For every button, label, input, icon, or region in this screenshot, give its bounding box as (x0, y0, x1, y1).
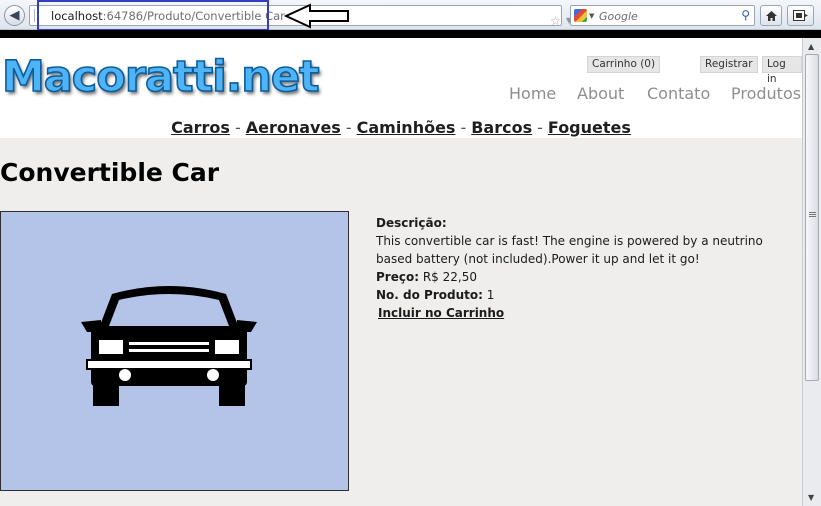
search-icon[interactable]: ⚲ (741, 8, 750, 22)
vertical-scrollbar[interactable]: ▲ ▼ (802, 38, 821, 506)
price-label: Preço: (376, 270, 420, 284)
site-header: Macoratti.net Carrinho (0) Registrar Log… (0, 38, 802, 138)
home-button[interactable] (760, 5, 782, 26)
browser-top-bar (0, 30, 821, 38)
site-logo[interactable]: Macoratti.net (1, 51, 320, 103)
category-aeronaves[interactable]: Aeronaves (246, 118, 341, 137)
page-title: Convertible Car (0, 158, 220, 187)
login-link[interactable]: Log in (762, 56, 802, 85)
category-nav: Carros - Aeronaves - Caminhões - Barcos - Foguet… (0, 118, 802, 137)
annotation-arrow-icon (284, 3, 349, 29)
description-label: Descrição: (376, 216, 447, 230)
menu-contato[interactable]: Contato (647, 84, 710, 103)
category-separator: - (537, 118, 543, 137)
add-to-cart-link[interactable]: Incluir no Carrinho (378, 304, 504, 322)
addon-button[interactable] (787, 5, 814, 26)
category-separator: - (234, 118, 241, 137)
page-viewport: Macoratti.net Carrinho (0) Registrar Log… (0, 38, 802, 506)
url-highlight-box (37, 0, 269, 31)
product-details: Descrição: This convertible car is fast!… (376, 214, 786, 322)
car-icon (81, 286, 257, 406)
engine-dropdown-icon[interactable]: ▼ (589, 12, 594, 20)
product-image (0, 211, 349, 491)
product-number-value: 1 (486, 288, 495, 302)
category-separator: - (460, 118, 467, 137)
browser-toolbar: ◀ ☆ ▼ ↻ localhost:64786/Produto/Converti… (0, 0, 821, 31)
category-caminhoes[interactable]: Caminhões (357, 118, 456, 137)
back-button[interactable]: ◀ (4, 5, 25, 26)
scrollbar-thumb[interactable] (805, 54, 819, 381)
cart-link[interactable]: Carrinho (0) (587, 56, 661, 73)
menu-produtos[interactable]: Produtos (731, 84, 801, 103)
category-carros[interactable]: Carros (171, 118, 230, 137)
category-foguetes[interactable]: Foguetes (548, 118, 631, 137)
arrow-left-icon: ◀ (9, 8, 20, 23)
description-text: This convertible car is fast! The engine… (376, 234, 763, 266)
google-engine-icon[interactable] (574, 9, 587, 22)
price-value: R$ 22,50 (422, 270, 477, 284)
scroll-down-arrow-icon[interactable]: ▼ (808, 493, 814, 502)
menu-about[interactable]: About (577, 84, 624, 103)
category-barcos[interactable]: Barcos (471, 118, 532, 137)
scroll-grip-icon (809, 212, 816, 213)
menu-home[interactable]: Home (509, 84, 556, 103)
search-box[interactable]: ▼ Google ⚲ (570, 5, 755, 26)
category-separator: - (345, 118, 352, 137)
bookmark-star-icon[interactable]: ☆ (550, 14, 561, 28)
home-icon (765, 10, 777, 21)
register-link[interactable]: Registrar (700, 56, 758, 73)
addon-bar-icon (792, 10, 808, 21)
scroll-up-arrow-icon[interactable]: ▲ (808, 42, 814, 51)
search-input[interactable]: Google (599, 10, 638, 23)
product-number-label: No. do Produto: (376, 288, 483, 302)
